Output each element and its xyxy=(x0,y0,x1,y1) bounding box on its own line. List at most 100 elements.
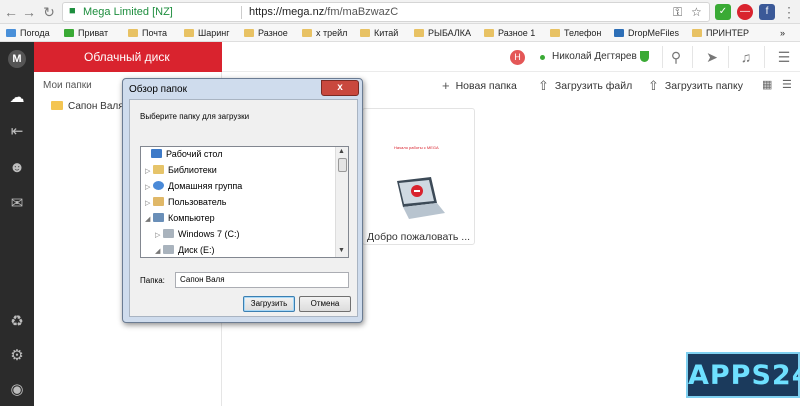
url-host: https://mega.nz xyxy=(249,6,325,18)
tree-folder-item[interactable]: Сапон Валя xyxy=(51,101,124,112)
folder-icon xyxy=(51,101,63,110)
divider xyxy=(764,46,765,68)
privat-icon xyxy=(64,29,74,37)
url-path: /fm/maBzwazC xyxy=(324,6,399,18)
bookmark-item[interactable]: DropMeFiles xyxy=(614,27,679,40)
scroll-thumb[interactable] xyxy=(338,158,347,172)
forward-icon[interactable]: → xyxy=(20,3,38,21)
lock-icon: ■ xyxy=(69,5,76,17)
homegroup-icon xyxy=(153,181,164,190)
inbox-icon[interactable]: ⇤ xyxy=(0,120,34,144)
tree-item-libraries[interactable]: ▷ Библиотеки xyxy=(145,163,217,178)
settings-gear-icon[interactable]: ⚙ xyxy=(0,344,34,368)
browse-folder-dialog: Обзор папок x Выберите папку для загрузк… xyxy=(122,78,363,323)
tree-item-drive-e[interactable]: ◢ Диск (E:) xyxy=(155,243,215,258)
avatar[interactable]: Н xyxy=(510,50,525,65)
folder-tree-list[interactable]: Рабочий стол ▷ Библиотеки ▷ Домашняя групп… xyxy=(140,146,349,258)
close-icon[interactable]: x xyxy=(321,80,359,96)
rocket-icon[interactable]: ➤ xyxy=(702,47,722,67)
bookmark-item[interactable]: Телефон xyxy=(550,27,601,40)
facebook-extension-icon[interactable]: f xyxy=(759,4,775,20)
bookmark-item[interactable]: РЫБАЛКА xyxy=(414,27,471,40)
upload-folder-button[interactable]: ⇧ Загрузить папку xyxy=(648,78,743,94)
back-icon[interactable]: ← xyxy=(2,3,20,21)
bookmark-item[interactable]: Разное 1 xyxy=(484,27,535,40)
upload-file-button[interactable]: ⇧ Загрузить файл xyxy=(538,78,632,94)
drive-icon xyxy=(163,229,174,238)
bookmark-item[interactable]: Приват xyxy=(64,27,108,40)
divider xyxy=(692,46,693,68)
watermark-text: APPS24 xyxy=(688,360,800,391)
dropmefiles-icon xyxy=(614,29,624,37)
watermark-logo: APPS24 xyxy=(686,352,800,398)
folder-icon xyxy=(414,29,424,37)
folder-icon xyxy=(692,29,702,37)
online-status-dot xyxy=(540,55,545,60)
grid-view-icon[interactable]: ▦ xyxy=(762,78,772,91)
bookmark-item[interactable]: Погода xyxy=(6,27,50,40)
site-identity[interactable]: Mega Limited [NZ] xyxy=(83,6,173,18)
folder-icon xyxy=(484,29,494,37)
card-preview-text: Начало работы с MEGA xyxy=(394,145,439,150)
folder-icon xyxy=(550,29,560,37)
bell-icon[interactable]: ♫ xyxy=(736,47,756,67)
contacts-icon[interactable]: ☻ xyxy=(0,156,34,180)
bookmark-item[interactable]: Шаринг xyxy=(184,27,230,40)
tree-title: Мои папки xyxy=(43,80,92,91)
dialog-title: Обзор папок xyxy=(129,84,187,95)
drive-icon xyxy=(163,245,174,254)
shield-extension-icon[interactable]: ✓ xyxy=(715,4,731,20)
rubbish-bin-icon[interactable]: ♻ xyxy=(0,310,34,334)
bookmark-item[interactable]: Разное xyxy=(244,27,288,40)
reload-icon[interactable]: ↻ xyxy=(40,3,58,21)
bookmark-item[interactable]: Китай xyxy=(360,27,398,40)
folder-input[interactable]: Сапон Валя xyxy=(175,272,349,288)
folder-icon xyxy=(184,29,194,37)
upload-file-icon: ⇧ xyxy=(538,78,549,93)
scroll-up-icon[interactable]: ▲ xyxy=(338,148,345,155)
user-name[interactable]: Николай Дегтярев xyxy=(552,51,637,62)
user-folder-icon xyxy=(153,197,164,206)
bookmarks-more[interactable]: » xyxy=(780,27,785,40)
library-icon xyxy=(153,165,164,174)
folder-icon xyxy=(128,29,138,37)
cancel-button[interactable]: Отмена xyxy=(299,296,351,312)
tree-item-homegroup[interactable]: ▷ Домашняя группа xyxy=(145,179,242,194)
search-icon[interactable]: ⚲ xyxy=(666,47,686,67)
account-icon[interactable]: ◉ xyxy=(0,378,34,402)
desktop-icon xyxy=(151,149,162,158)
list-view-icon[interactable]: ☰ xyxy=(782,78,792,91)
card-label: Добро пожаловать ... xyxy=(367,231,471,243)
dialog-prompt: Выберите папку для загрузки xyxy=(140,112,250,121)
mega-extension-icon[interactable]: — xyxy=(737,4,753,20)
tree-item-user[interactable]: ▷ Пользователь xyxy=(145,195,226,210)
hamburger-menu-icon[interactable]: ☰ xyxy=(774,47,794,67)
menu-dots-icon[interactable]: ⋮ xyxy=(780,3,798,21)
bookmark-item[interactable]: ПРИНТЕР xyxy=(692,27,749,40)
url-text[interactable]: https://mega.nz/fm/maBzwazC xyxy=(249,6,398,18)
scroll-down-icon[interactable]: ▼ xyxy=(338,247,345,254)
key-icon[interactable]: ⚿ xyxy=(673,5,682,20)
folder-icon xyxy=(244,29,254,37)
bookmark-item[interactable]: Почта xyxy=(128,27,167,40)
welcome-file-card[interactable]: Начало работы с MEGA Добро пожаловать ..… xyxy=(362,108,475,245)
computer-icon xyxy=(153,213,164,222)
bookmark-item[interactable]: х трейл xyxy=(302,27,347,40)
address-separator xyxy=(241,6,242,19)
tree-item-computer[interactable]: ◢ Компьютер xyxy=(145,211,215,226)
tree-item-desktop[interactable]: Рабочий стол xyxy=(143,147,223,162)
upload-folder-icon: ⇧ xyxy=(648,78,659,93)
tree-item-drive-c[interactable]: ▷ Windows 7 (C:) xyxy=(155,227,240,242)
star-icon[interactable]: ☆ xyxy=(691,5,702,19)
mega-logo-icon[interactable]: M xyxy=(0,46,34,70)
browser-toolbar: ← → ↻ ■ Mega Limited [NZ] https://mega.n… xyxy=(0,0,800,24)
upload-button[interactable]: Загрузить xyxy=(243,296,295,312)
chat-icon[interactable]: ✉ xyxy=(0,192,34,216)
bookmarks-bar: Погода Приват Почта Шаринг Разное х трей… xyxy=(0,24,800,42)
address-bar[interactable]: ■ Mega Limited [NZ] https://mega.nz/fm/m… xyxy=(62,2,710,22)
cloud-drive-icon[interactable]: ☁ xyxy=(0,86,34,110)
tree-scrollbar[interactable]: ▲ ▼ xyxy=(335,147,348,257)
top-bar: Н Николай Дегтярев ⚲ ➤ ♫ ☰ xyxy=(222,42,800,72)
cloud-icon xyxy=(6,29,16,37)
new-folder-button[interactable]: + Новая папка xyxy=(442,78,517,93)
